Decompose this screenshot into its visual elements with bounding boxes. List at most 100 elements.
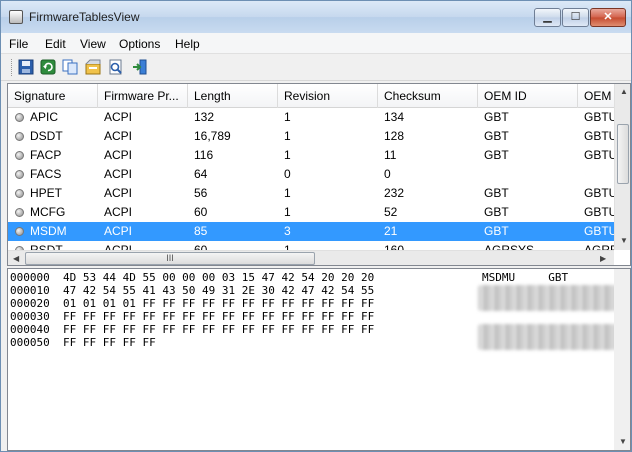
hex-dump-pane[interactable]: 000000 4D 53 44 4D 55 00 00 00 03 15 47 … (7, 268, 631, 451)
table-cell: GBT (484, 224, 509, 238)
table-cell: 11 (384, 148, 397, 162)
table-row[interactable]: FACS ACPI 64 0 0 (8, 165, 614, 184)
vertical-scrollbar[interactable]: ▲ ▼ (614, 84, 630, 250)
hex-line: 000020 01 01 01 01 FF FF FF FF FF FF FF … (10, 297, 375, 310)
hex-line: 000010 47 42 54 55 41 43 50 49 31 2E 30 … (10, 284, 375, 297)
column-checksum[interactable]: Checksum (378, 84, 478, 108)
table-cell: GBTU (584, 186, 614, 200)
tables-list[interactable]: Signature Firmware Pr... Length Revision… (7, 83, 631, 266)
table-cell: 64 (194, 167, 208, 181)
table-cell: GBTU (584, 148, 614, 162)
table-row[interactable]: FACPACPI116111GBTGBTU (8, 146, 614, 165)
column-oem-id[interactable]: OEM ID (478, 84, 578, 108)
app-window: FirmwareTablesView ▁ ☐ ✕ File Edit View … (0, 0, 632, 452)
properties-icon[interactable] (84, 58, 102, 76)
hex-vertical-scrollbar[interactable]: ▼ (614, 269, 630, 450)
table-cell: 232 (384, 186, 405, 200)
table-cell: GBTU (584, 224, 614, 238)
menu-edit[interactable]: Edit (45, 37, 66, 51)
table-row[interactable]: RSDTACPI601160AGRSYSAGRR (8, 241, 614, 250)
table-cell: 3 (284, 224, 291, 238)
table-cell: AGRSYS (484, 243, 535, 250)
find-icon[interactable] (107, 58, 125, 76)
ascii-redacted-block-1 (478, 285, 620, 311)
table-cell: ACPI (104, 129, 133, 143)
table-cell: GBT (484, 186, 509, 200)
minimize-button[interactable]: ▁ (534, 8, 561, 27)
hex-line: 000000 4D 53 44 4D 55 00 00 00 03 15 47 … (10, 271, 375, 284)
toolbar (1, 54, 631, 81)
close-button[interactable]: ✕ (590, 8, 626, 27)
table-status-icon (15, 170, 24, 179)
table-cell: 1 (284, 243, 291, 250)
column-firmware-provider[interactable]: Firmware Pr... (98, 84, 188, 108)
column-oem[interactable]: OEM (578, 84, 618, 108)
table-cell: 128 (384, 129, 405, 143)
table-cell: GBTU (584, 205, 614, 219)
menu-options[interactable]: Options (119, 37, 160, 51)
scroll-up-arrow-icon[interactable]: ▲ (620, 87, 628, 96)
column-signature[interactable]: Signature (8, 84, 98, 108)
table-cell: 0 (384, 167, 391, 181)
vertical-scroll-thumb[interactable] (617, 124, 629, 184)
table-cell: 52 (384, 205, 398, 219)
toolbar-grip (11, 59, 13, 76)
table-cell: 1 (284, 205, 291, 219)
menu-view[interactable]: View (80, 37, 106, 51)
save-icon[interactable] (17, 58, 35, 76)
table-cell: GBT (484, 129, 509, 143)
ascii-first-line: MSDMU GBT (482, 271, 569, 284)
table-row[interactable]: DSDTACPI16,7891128GBTGBTU (8, 127, 614, 146)
table-cell: 1 (284, 129, 291, 143)
table-cell: 1 (284, 110, 291, 124)
hex-line: 000040 FF FF FF FF FF FF FF FF FF FF FF … (10, 323, 375, 336)
table-cell: ACPI (104, 167, 133, 181)
table-cell (484, 165, 572, 184)
table-row[interactable]: MSDMACPI85321GBTGBTU (8, 222, 614, 241)
hex-line: 000050 FF FF FF FF FF (10, 336, 156, 349)
table-row[interactable]: MCFGACPI60152GBTGBTU (8, 203, 614, 222)
table-cell: 21 (384, 224, 398, 238)
table-cell: GBT (484, 110, 509, 124)
table-cell: 1 (284, 148, 291, 162)
menu-help[interactable]: Help (175, 37, 200, 51)
table-cell: GBTU (584, 110, 614, 124)
menu-file[interactable]: File (9, 37, 28, 51)
table-row[interactable]: HPETACPI561232GBTGBTU (8, 184, 614, 203)
table-cell: ACPI (104, 148, 133, 162)
scroll-down-arrow-icon[interactable]: ▼ (620, 236, 628, 245)
table-cell: GBT (484, 205, 509, 219)
table-cell: 16,789 (194, 129, 231, 143)
table-cell: 160 (384, 243, 405, 250)
app-icon (9, 10, 23, 24)
hex-line: 000030 FF FF FF FF FF FF FF FF FF FF FF … (10, 310, 375, 323)
scroll-left-arrow-icon[interactable]: ◀ (13, 254, 19, 263)
table-cell: 60 (194, 243, 208, 250)
menu-bar: File Edit View Options Help (1, 33, 631, 54)
window-title: FirmwareTablesView (29, 10, 140, 24)
table-status-icon (15, 151, 24, 160)
table-cell: 1 (284, 186, 291, 200)
table-cell: 116 (194, 148, 214, 162)
title-bar[interactable]: FirmwareTablesView ▁ ☐ ✕ (1, 1, 631, 33)
table-cell: 60 (194, 205, 208, 219)
table-cell: ACPI (104, 243, 133, 250)
table-cell: ACPI (104, 110, 133, 124)
copy-icon[interactable] (61, 58, 79, 76)
table-cell: 56 (194, 186, 208, 200)
column-revision[interactable]: Revision (278, 84, 378, 108)
table-cell: AGRR (584, 243, 614, 250)
exit-icon[interactable] (131, 58, 149, 76)
table-row[interactable]: APICACPI1321134GBTGBTU (8, 108, 614, 127)
hex-scroll-down-arrow-icon[interactable]: ▼ (619, 437, 627, 446)
list-header: Signature Firmware Pr... Length Revision… (8, 84, 618, 108)
horizontal-scroll-thumb[interactable]: III (25, 252, 315, 265)
maximize-button[interactable]: ☐ (562, 8, 589, 27)
horizontal-scrollbar[interactable]: ◀ III ▶ (8, 250, 614, 265)
table-cell (584, 165, 614, 184)
refresh-icon[interactable] (39, 58, 57, 76)
table-cell: ACPI (104, 205, 133, 219)
list-rows: APICACPI1321134GBTGBTUDSDTACPI16,7891128… (8, 108, 614, 250)
column-length[interactable]: Length (188, 84, 278, 108)
scroll-right-arrow-icon[interactable]: ▶ (600, 254, 606, 263)
